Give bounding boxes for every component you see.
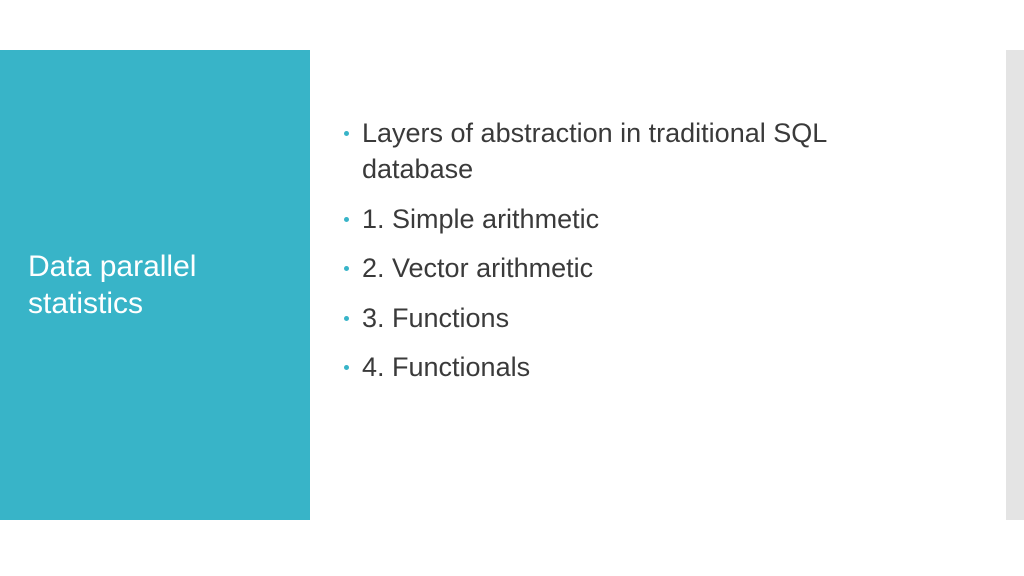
list-item: 4. Functionals	[340, 349, 944, 385]
title-sidebar: Data parallel statistics	[0, 50, 310, 520]
right-accent-bar	[1006, 50, 1024, 520]
slide-container: Data parallel statistics Layers of abstr…	[0, 0, 1024, 576]
slide-title: Data parallel statistics	[28, 248, 282, 323]
list-item: 3. Functions	[340, 300, 944, 336]
content-area: Layers of abstraction in traditional SQL…	[310, 0, 1024, 576]
list-item: Layers of abstraction in traditional SQL…	[340, 115, 944, 188]
list-item: 1. Simple arithmetic	[340, 201, 944, 237]
list-item: 2. Vector arithmetic	[340, 250, 944, 286]
bullet-list: Layers of abstraction in traditional SQL…	[340, 115, 944, 386]
